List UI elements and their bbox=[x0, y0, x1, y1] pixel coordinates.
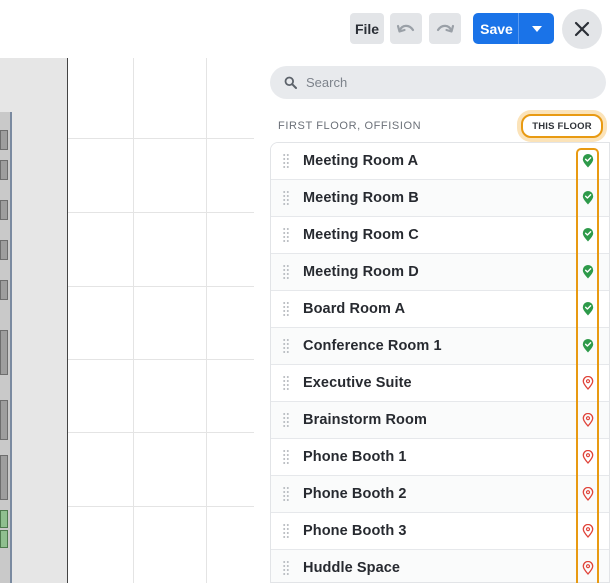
room-name: Board Room A bbox=[303, 301, 406, 317]
this-floor-filter-chip[interactable]: THIS FLOOR bbox=[521, 114, 603, 138]
floor-plan-segment bbox=[0, 400, 8, 440]
grid-line bbox=[68, 138, 254, 139]
drag-handle-icon[interactable] bbox=[283, 338, 289, 354]
grid-line bbox=[68, 432, 254, 433]
drag-handle-icon[interactable] bbox=[283, 264, 289, 280]
pin-check-icon[interactable] bbox=[580, 264, 596, 280]
floor-plan-segment bbox=[0, 200, 8, 220]
undo-button[interactable] bbox=[390, 13, 422, 44]
room-name: Brainstorm Room bbox=[303, 412, 427, 428]
file-button[interactable]: File bbox=[350, 13, 384, 44]
room-list-item[interactable]: Meeting Room D bbox=[271, 254, 609, 291]
grid-line bbox=[68, 506, 254, 507]
pin-check-icon[interactable] bbox=[580, 190, 596, 206]
rooms-panel: File Save Search FIRST FLOOR, OFFISION T… bbox=[254, 0, 614, 583]
search-icon bbox=[284, 76, 297, 89]
grid-line bbox=[68, 286, 254, 287]
drag-handle-icon[interactable] bbox=[283, 190, 289, 206]
room-list-item[interactable]: Executive Suite bbox=[271, 365, 609, 402]
save-options-button[interactable] bbox=[518, 13, 554, 44]
floor-plan-room-marker[interactable] bbox=[0, 510, 8, 528]
room-list-item[interactable]: Conference Room 1 bbox=[271, 328, 609, 365]
room-name: Executive Suite bbox=[303, 375, 412, 391]
close-icon bbox=[574, 21, 590, 37]
room-list: Meeting Room A Meeting Room B Meeting Room… bbox=[270, 142, 610, 583]
drag-handle-icon[interactable] bbox=[283, 227, 289, 243]
drag-handle-icon[interactable] bbox=[283, 375, 289, 391]
floor-plan-canvas[interactable] bbox=[0, 0, 254, 583]
floor-plan-room-marker[interactable] bbox=[0, 530, 8, 548]
room-list-item[interactable]: Brainstorm Room bbox=[271, 402, 609, 439]
floor-plan-segment bbox=[0, 455, 8, 500]
floor-plan-segment bbox=[0, 160, 8, 180]
pin-check-icon[interactable] bbox=[580, 301, 596, 317]
search-input[interactable] bbox=[306, 75, 586, 90]
room-name: Conference Room 1 bbox=[303, 338, 442, 354]
grid-line bbox=[206, 58, 207, 583]
pin-check-icon[interactable] bbox=[580, 153, 596, 169]
floor-section-title: FIRST FLOOR, OFFISION bbox=[278, 120, 422, 132]
room-list-item[interactable]: Board Room A bbox=[271, 291, 609, 328]
drag-handle-icon[interactable] bbox=[283, 560, 289, 576]
pin-outline-icon[interactable] bbox=[580, 486, 596, 502]
pin-outline-icon[interactable] bbox=[580, 560, 596, 576]
search-box bbox=[270, 66, 606, 99]
room-list-item[interactable]: Meeting Room B bbox=[271, 180, 609, 217]
drag-handle-icon[interactable] bbox=[283, 153, 289, 169]
floor-plan-segment bbox=[0, 280, 8, 300]
floor-plan-segment bbox=[0, 330, 8, 375]
drag-handle-icon[interactable] bbox=[283, 412, 289, 428]
pin-outline-icon[interactable] bbox=[580, 523, 596, 539]
grid-line bbox=[68, 212, 254, 213]
redo-icon bbox=[436, 24, 455, 33]
canvas-header-space bbox=[0, 0, 254, 58]
redo-button[interactable] bbox=[429, 13, 461, 44]
room-name: Meeting Room A bbox=[303, 153, 419, 169]
room-name: Phone Booth 1 bbox=[303, 449, 407, 465]
room-list-item[interactable]: Phone Booth 2 bbox=[271, 476, 609, 513]
pin-check-icon[interactable] bbox=[580, 227, 596, 243]
room-list-item[interactable]: Phone Booth 3 bbox=[271, 513, 609, 550]
close-button[interactable] bbox=[562, 9, 602, 49]
floor-plan-segment bbox=[0, 240, 8, 260]
drag-handle-icon[interactable] bbox=[283, 486, 289, 502]
room-list-item[interactable]: Meeting Room A bbox=[271, 143, 609, 180]
pin-outline-icon[interactable] bbox=[580, 449, 596, 465]
pin-outline-icon[interactable] bbox=[580, 375, 596, 391]
room-name: Meeting Room B bbox=[303, 190, 419, 206]
room-name: Meeting Room D bbox=[303, 264, 419, 280]
grid-line bbox=[133, 58, 134, 583]
save-button-group: Save bbox=[473, 13, 554, 44]
room-list-item[interactable]: Huddle Space bbox=[271, 550, 609, 582]
floor-plan-segment bbox=[0, 130, 8, 150]
drag-handle-icon[interactable] bbox=[283, 449, 289, 465]
save-button[interactable]: Save bbox=[473, 13, 518, 44]
drag-handle-icon[interactable] bbox=[283, 301, 289, 317]
room-name: Phone Booth 2 bbox=[303, 486, 407, 502]
grid-line bbox=[68, 359, 254, 360]
pin-check-icon[interactable] bbox=[580, 338, 596, 354]
caret-down-icon bbox=[531, 25, 542, 32]
room-name: Huddle Space bbox=[303, 560, 401, 576]
room-name: Meeting Room C bbox=[303, 227, 419, 243]
room-list-item[interactable]: Meeting Room C bbox=[271, 217, 609, 254]
room-list-item[interactable]: Phone Booth 1 bbox=[271, 439, 609, 476]
room-name: Phone Booth 3 bbox=[303, 523, 407, 539]
toolbar: File Save bbox=[254, 9, 614, 49]
undo-icon bbox=[396, 24, 415, 33]
pin-outline-icon[interactable] bbox=[580, 412, 596, 428]
drag-handle-icon[interactable] bbox=[283, 523, 289, 539]
